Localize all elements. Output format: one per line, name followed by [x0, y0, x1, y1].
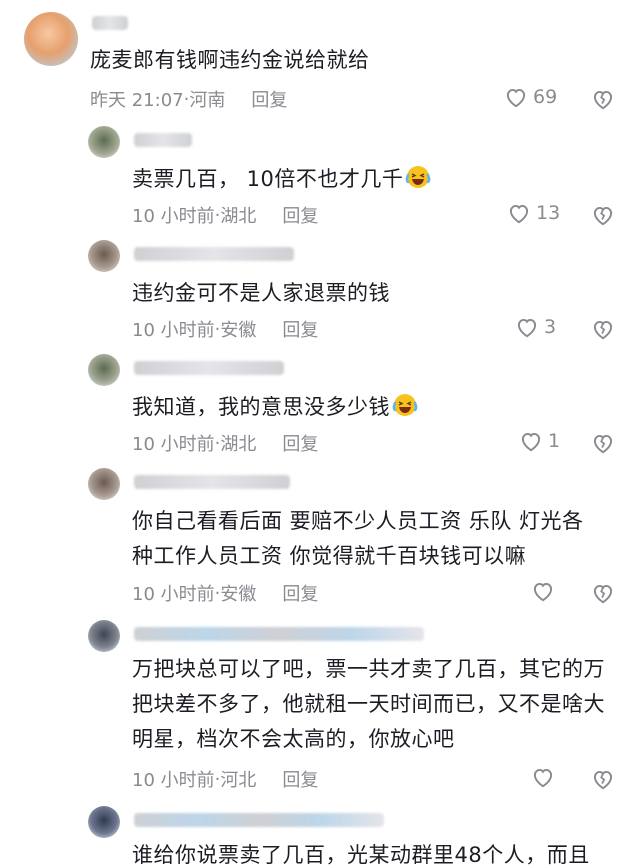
avatar[interactable] [88, 240, 120, 272]
avatar[interactable] [88, 806, 120, 838]
comment-location: 安徽 [220, 320, 257, 341]
comment-location: 湖北 [220, 434, 257, 455]
comment-item: 庞麦郎有钱啊违约金说给就给 昨天 21:07 · 河南 回复 69 [0, 0, 640, 120]
like-button[interactable]: 1 [518, 428, 560, 454]
reply-button[interactable]: 回复 [282, 580, 318, 606]
laughing-crying-emoji [405, 166, 431, 188]
reply-button[interactable]: 回复 [282, 430, 318, 456]
comment-text: 庞麦郎有钱啊违约金说给就给 [90, 48, 370, 72]
like-button[interactable] [530, 764, 556, 790]
comment-text: 万把块总可以了吧，票一共才卖了几百，其它的万 把块差不多了，他就租一天时间而已，… [132, 652, 605, 757]
comment-meta: 10 小时前 · 安徽 回复 [132, 580, 318, 606]
broken-heart-icon[interactable] [590, 580, 616, 606]
comment-text: 我知道，我的意思没多少钱 [132, 390, 418, 425]
username[interactable] [134, 361, 284, 375]
comment-item: 我知道，我的意思没多少钱 10 小时前 · 湖北 回复 1 [0, 350, 640, 464]
comment-text-line: 万把块总可以了吧，票一共才卖了几百，其它的万 [132, 657, 605, 681]
comment-text-line: 种工作人员工资 你觉得就千百块钱可以嘛 [132, 544, 527, 568]
avatar[interactable] [88, 620, 120, 652]
username[interactable] [134, 627, 424, 641]
comment-text: 谁给你说票卖了几百，光某动群里48个人，而且 [132, 843, 590, 866]
comment-time: 10 小时前 [132, 320, 215, 341]
reply-button[interactable]: 回复 [282, 202, 318, 228]
comment-text-content: 我知道，我的意思没多少钱 [132, 395, 390, 419]
like-count: 3 [544, 316, 557, 338]
like-button[interactable]: 69 [503, 84, 557, 110]
comment-time: 昨天 21:07 [90, 90, 184, 111]
comment-item: 违约金可不是人家退票的钱 10 小时前 · 安徽 回复 3 [0, 236, 640, 350]
reply-button[interactable]: 回复 [282, 316, 318, 342]
like-count: 69 [533, 86, 558, 108]
comment-time: 10 小时前 [132, 434, 215, 455]
heart-icon [533, 768, 553, 788]
comment-item: 谁给你说票卖了几百，光某动群里48个人，而且 [0, 804, 640, 866]
avatar[interactable] [88, 126, 120, 158]
reply-button[interactable]: 回复 [251, 86, 287, 112]
comment-text-line: 你自己看看后面 要赔不少人员工资 乐队 灯光各 [132, 509, 584, 533]
comment-location: 安徽 [220, 584, 257, 605]
comment-time: 10 小时前 [132, 584, 215, 605]
username[interactable] [134, 247, 294, 261]
like-count: 1 [548, 430, 561, 452]
avatar[interactable] [88, 468, 120, 500]
broken-heart-icon[interactable] [590, 202, 616, 228]
broken-heart-icon[interactable] [590, 316, 616, 342]
comment-text-content: 卖票几百， 10倍不也才几千 [132, 167, 404, 191]
comment-meta: 10 小时前 · 湖北 回复 [132, 202, 318, 228]
like-button[interactable]: 13 [506, 200, 560, 226]
broken-heart-icon[interactable] [590, 430, 616, 456]
comment-item: 万把块总可以了吧，票一共才卖了几百，其它的万 把块差不多了，他就租一天时间而已，… [0, 614, 640, 804]
comment-text: 你自己看看后面 要赔不少人员工资 乐队 灯光各 种工作人员工资 你觉得就千百块钱… [132, 504, 584, 574]
comment-meta: 10 小时前 · 安徽 回复 [132, 316, 318, 342]
broken-heart-icon[interactable] [590, 86, 616, 112]
comment-text: 违约金可不是人家退票的钱 [132, 281, 390, 305]
comment-text: 卖票几百， 10倍不也才几千 [132, 162, 431, 197]
comment-meta: 10 小时前 · 河北 回复 [132, 766, 318, 792]
like-button[interactable]: 3 [514, 314, 556, 340]
avatar[interactable] [24, 12, 78, 66]
heart-icon [509, 204, 529, 224]
comment-location: 河北 [220, 770, 257, 791]
username[interactable] [134, 475, 290, 489]
comment-item: 你自己看看后面 要赔不少人员工资 乐队 灯光各 种工作人员工资 你觉得就千百块钱… [0, 464, 640, 614]
comment-text-line: 把块差不多了，他就租一天时间而已，又不是啥大 [132, 692, 605, 716]
username[interactable] [134, 813, 384, 827]
comment-meta: 昨天 21:07 · 河南 回复 [90, 86, 287, 112]
comment-location: 河南 [189, 90, 226, 111]
avatar[interactable] [88, 354, 120, 386]
comment-location: 湖北 [220, 206, 257, 227]
heart-icon [517, 318, 537, 338]
username[interactable] [92, 16, 128, 30]
comment-time: 10 小时前 [132, 206, 215, 227]
broken-heart-icon[interactable] [590, 766, 616, 792]
laughing-crying-emoji [392, 394, 418, 416]
like-button[interactable] [530, 578, 556, 604]
like-count: 13 [536, 202, 561, 224]
heart-icon [506, 88, 526, 108]
reply-button[interactable]: 回复 [282, 766, 318, 792]
heart-icon [533, 582, 553, 602]
heart-icon [521, 432, 541, 452]
comment-text-line: 明星，档次不会太高的，你放心吧 [132, 727, 455, 751]
comment-item: 卖票几百， 10倍不也才几千 10 小时前 · 湖北 回复 13 [0, 122, 640, 236]
comment-meta: 10 小时前 · 湖北 回复 [132, 430, 318, 456]
comment-time: 10 小时前 [132, 770, 215, 791]
username[interactable] [134, 133, 192, 147]
